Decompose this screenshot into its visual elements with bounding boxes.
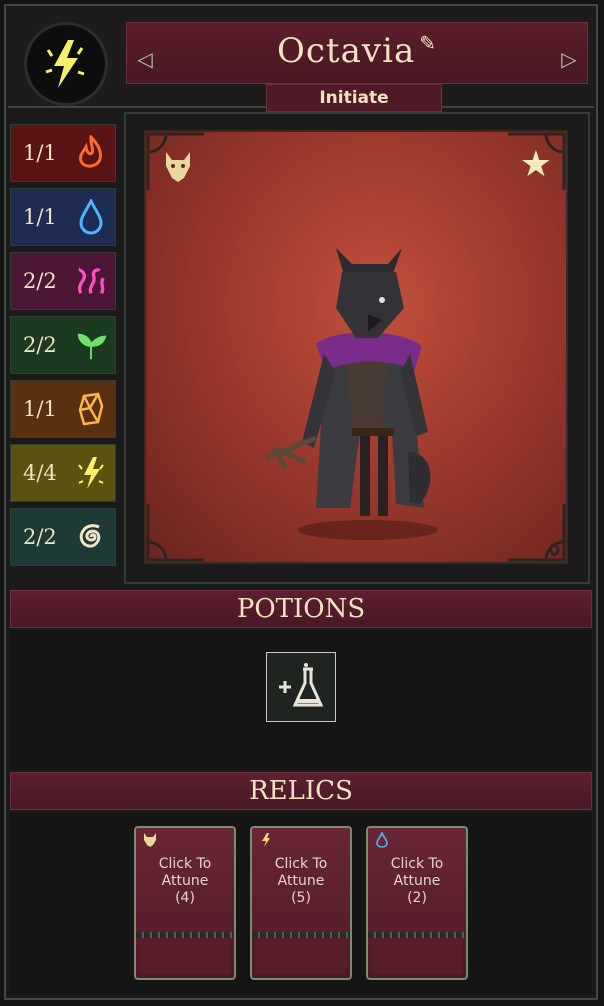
relic-line1: Click To — [390, 856, 444, 872]
edit-name-icon[interactable]: ✎ — [419, 31, 437, 55]
element-row-tentacle[interactable]: 2/2 — [10, 252, 116, 310]
relic-slot[interactable]: Click To Attune (4) — [134, 826, 236, 980]
add-potion-button[interactable] — [266, 652, 336, 722]
element-count: 1/1 — [23, 205, 57, 229]
flask-plus-icon — [279, 663, 324, 707]
potions-header: POTIONS — [10, 590, 592, 628]
potions-area — [10, 630, 592, 770]
name-banner: ◁ Octavia ✎ ▷ — [126, 22, 588, 84]
lightning-icon — [45, 40, 85, 88]
relic-slot[interactable]: Click To Attune (5) — [250, 826, 352, 980]
element-row-nature[interactable]: 2/2 — [10, 316, 116, 374]
element-count: 2/2 — [23, 525, 57, 549]
relic-slot[interactable]: Click To Attune (2) — [366, 826, 468, 980]
crystal-icon — [75, 390, 107, 428]
character-name: Octavia ✎ — [127, 31, 587, 71]
element-row-earth[interactable]: 1/1 — [10, 380, 116, 438]
relic-footer — [372, 938, 462, 974]
element-count: 2/2 — [23, 333, 57, 357]
character-portrait: ★ — [144, 130, 568, 564]
relic-label: Click To Attune (4) — [136, 856, 234, 907]
element-list: 1/1 1/1 2/2 2/2 1/1 4/4 2/2 — [10, 118, 118, 588]
relic-line2: Attune — [393, 873, 441, 889]
relic-line2: Attune — [161, 873, 209, 889]
portrait-frame: ★ — [124, 112, 590, 584]
relic-line1: Click To — [158, 856, 212, 872]
relic-label: Click To Attune (2) — [368, 856, 466, 907]
tentacle-icon — [75, 262, 107, 300]
relic-count: (2) — [407, 890, 427, 906]
relics-area: Click To Attune (4) Click To Attune (5) … — [10, 812, 592, 994]
element-count: 1/1 — [23, 397, 57, 421]
relic-footer — [140, 938, 230, 974]
wolf-head-icon — [144, 833, 156, 847]
relics-header: RELICS — [10, 772, 592, 810]
character-name-text: Octavia — [277, 31, 416, 71]
spiral-icon — [75, 518, 107, 556]
element-count: 4/4 — [23, 461, 57, 485]
element-row-water[interactable]: 1/1 — [10, 188, 116, 246]
element-row-fire[interactable]: 1/1 — [10, 124, 116, 182]
fire-icon — [75, 134, 107, 172]
relic-footer — [256, 938, 346, 974]
lightning-icon — [75, 454, 107, 492]
relic-count: (5) — [291, 890, 311, 906]
relic-count: (4) — [175, 890, 195, 906]
water-drop-icon — [75, 198, 107, 236]
rank-label: Initiate — [266, 84, 442, 112]
class-emblem[interactable] — [24, 22, 108, 106]
relic-line2: Attune — [277, 873, 325, 889]
relic-label: Click To Attune (5) — [252, 856, 350, 907]
element-row-lightning[interactable]: 4/4 — [10, 444, 116, 502]
header: ◁ Octavia ✎ ▷ Initiate — [8, 8, 594, 112]
element-row-wind[interactable]: 2/2 — [10, 508, 116, 566]
next-character-arrow[interactable]: ▷ — [555, 45, 583, 73]
sprout-icon — [75, 326, 107, 364]
lightning-icon — [262, 833, 270, 847]
water-drop-icon — [376, 832, 388, 848]
relic-line1: Click To — [274, 856, 328, 872]
character-figure — [265, 248, 438, 540]
element-count: 1/1 — [23, 141, 57, 165]
element-count: 2/2 — [23, 269, 57, 293]
